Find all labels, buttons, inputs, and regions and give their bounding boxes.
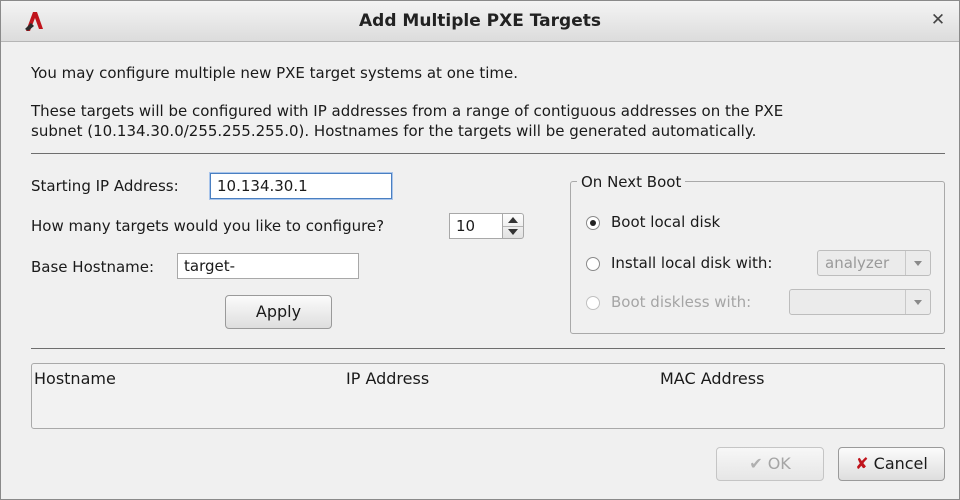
cancel-button-label: Cancel [873, 454, 928, 473]
install-image-combo[interactable]: analyzer [817, 250, 931, 276]
targets-table[interactable]: Hostname IP Address MAC Address [31, 363, 945, 429]
dialog-title: Add Multiple PXE Targets [359, 11, 601, 31]
starting-ip-input[interactable]: 10.134.30.1 [210, 173, 392, 199]
intro-text-1: You may configure multiple new PXE targe… [31, 64, 519, 82]
column-header-ip-address[interactable]: IP Address [346, 369, 429, 388]
target-count-spinner[interactable]: 10 [449, 213, 503, 239]
spinner-buttons [502, 213, 524, 239]
close-icon[interactable]: ✕ [929, 11, 947, 29]
boot-local-disk-label[interactable]: Boot local disk [611, 213, 720, 231]
column-header-mac-address[interactable]: MAC Address [660, 369, 764, 388]
chevron-down-icon [905, 290, 930, 314]
radio-boot-local-disk[interactable] [586, 216, 600, 230]
diskless-image-combo [789, 289, 931, 315]
target-count-label: How many targets would you like to confi… [31, 217, 385, 235]
ok-button-label: OK [767, 454, 791, 473]
base-hostname-input[interactable]: target- [177, 253, 359, 279]
dialog-window: Add Multiple PXE Targets ✕ You may confi… [0, 0, 960, 500]
radio-boot-diskless [586, 296, 600, 310]
spin-down-button[interactable] [503, 226, 523, 238]
column-header-hostname[interactable]: Hostname [34, 369, 116, 388]
cancel-button[interactable]: ✘ Cancel [838, 447, 945, 481]
base-hostname-label: Base Hostname: [31, 258, 155, 276]
intro-text-2: These targets will be configured with IP… [31, 102, 784, 120]
arrow-up-icon [508, 217, 518, 223]
separator-middle [31, 348, 945, 349]
starting-ip-label: Starting IP Address: [31, 177, 179, 195]
install-image-combo-value: analyzer [825, 254, 890, 272]
on-next-boot-title: On Next Boot [577, 173, 686, 191]
boot-diskless-label: Boot diskless with: [611, 293, 752, 311]
thumbs-up-icon: ✔ [749, 454, 763, 473]
apply-button[interactable]: Apply [225, 295, 332, 329]
title-bar[interactable]: Add Multiple PXE Targets ✕ [1, 1, 959, 42]
intro-text-3: subnet (10.134.30.0/255.255.255.0). Host… [31, 122, 757, 140]
separator-top [31, 153, 945, 154]
chevron-down-icon [905, 251, 930, 275]
radio-install-local-disk[interactable] [586, 257, 600, 271]
arrow-down-icon [508, 229, 518, 235]
install-local-disk-label[interactable]: Install local disk with: [611, 254, 772, 272]
ok-button: ✔ OK [716, 447, 824, 481]
cancel-x-icon: ✘ [855, 454, 869, 473]
